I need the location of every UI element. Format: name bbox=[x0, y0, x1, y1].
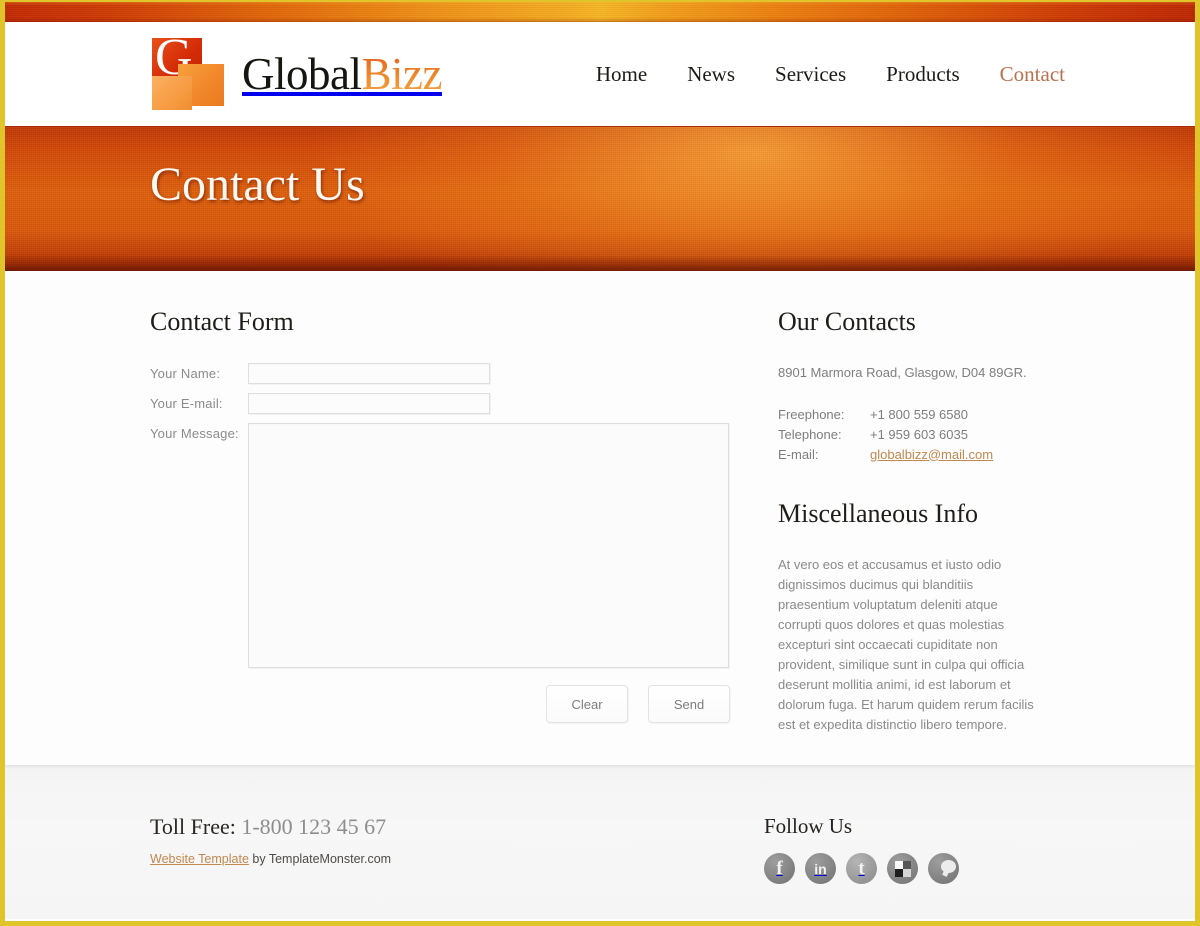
linkedin-glyph: in bbox=[814, 860, 827, 877]
contact-form-column: Contact Form Your Name: Your E-mail: You… bbox=[150, 271, 730, 765]
form-row-message: Your Message: bbox=[150, 423, 730, 668]
logo-mark-icon: G bbox=[150, 32, 226, 110]
freephone-label: Freephone: bbox=[778, 406, 845, 422]
footer-right: Follow Us f in t bbox=[764, 766, 959, 919]
form-row-email: Your E-mail: bbox=[150, 393, 730, 414]
facebook-glyph: f bbox=[776, 858, 783, 879]
toll-free-label: Toll Free: bbox=[150, 814, 236, 839]
misc-info-body: At vero eos et accusamus et iusto odio d… bbox=[778, 556, 1034, 732]
footer-left: Toll Free: 1-800 123 45 67 Website Templ… bbox=[150, 766, 750, 919]
nav-item-products[interactable]: Products bbox=[886, 62, 960, 87]
misc-info-heading: Miscellaneous Info bbox=[778, 498, 979, 528]
message-label: Your Message: bbox=[150, 426, 239, 441]
email-label: Your E-mail: bbox=[150, 396, 223, 411]
form-row-name: Your Name: bbox=[150, 363, 730, 384]
delicious-grid-glyph bbox=[894, 860, 911, 877]
linkedin-icon[interactable]: in bbox=[805, 853, 836, 884]
sidebar-column: Our Contacts 8901 Marmora Road, Glasgow,… bbox=[778, 271, 1065, 765]
follow-us-heading: Follow Us bbox=[764, 814, 853, 838]
website-template-link[interactable]: Website Template bbox=[150, 852, 249, 866]
contact-form-heading: Contact Form bbox=[150, 307, 294, 336]
twitter-icon[interactable]: t bbox=[846, 853, 877, 884]
nav-item-contact[interactable]: Contact bbox=[1000, 62, 1065, 87]
nav-item-services[interactable]: Services bbox=[775, 62, 846, 87]
message-textarea[interactable] bbox=[248, 423, 729, 668]
top-gradient-bar bbox=[5, 2, 1195, 22]
facebook-icon[interactable]: f bbox=[764, 853, 795, 884]
toll-free-line: Toll Free: 1-800 123 45 67 bbox=[150, 814, 750, 840]
telephone-label: Telephone: bbox=[778, 426, 842, 442]
logo-word-bizz: Bizz bbox=[361, 48, 442, 99]
main-navigation: Home News Services Products Contact bbox=[596, 62, 1065, 87]
chat-bubble-glyph bbox=[933, 858, 956, 880]
logo-word-global: Global bbox=[242, 48, 362, 99]
page-frame: G GlobalBizz Home News Services Products… bbox=[0, 0, 1200, 926]
name-input[interactable] bbox=[248, 363, 490, 384]
form-actions: Clear Send bbox=[150, 685, 730, 723]
nav-item-news[interactable]: News bbox=[687, 62, 735, 87]
delicious-icon[interactable] bbox=[887, 853, 918, 884]
our-contacts-heading: Our Contacts bbox=[778, 307, 916, 336]
contact-row-freephone: Freephone: +1 800 559 6580 bbox=[778, 405, 1065, 425]
telephone-value: +1 959 603 6035 bbox=[870, 426, 968, 442]
email-input[interactable] bbox=[248, 393, 490, 414]
email-link[interactable]: globalbizz@mail.com bbox=[870, 445, 993, 465]
clear-button[interactable]: Clear bbox=[546, 685, 628, 723]
main-content: Contact Form Your Name: Your E-mail: You… bbox=[5, 271, 1195, 765]
name-label: Your Name: bbox=[150, 366, 221, 381]
twitter-glyph: t bbox=[858, 858, 865, 879]
site-footer: Toll Free: 1-800 123 45 67 Website Templ… bbox=[5, 765, 1195, 919]
toll-free-number: 1-800 123 45 67 bbox=[241, 814, 387, 839]
chat-icon[interactable] bbox=[928, 853, 959, 884]
social-links: f in t bbox=[764, 853, 959, 884]
email-row-label: E-mail: bbox=[778, 446, 819, 462]
site-header: G GlobalBizz Home News Services Products… bbox=[5, 22, 1195, 126]
logo-link[interactable]: G GlobalBizz bbox=[150, 32, 442, 110]
page-banner: Contact Us bbox=[5, 126, 1195, 271]
freephone-value: +1 800 559 6580 bbox=[870, 406, 968, 422]
contact-row-telephone: Telephone: +1 959 603 6035 bbox=[778, 425, 1065, 445]
send-button[interactable]: Send bbox=[648, 685, 730, 723]
page-title: Contact Us bbox=[150, 158, 365, 211]
contact-row-email: E-mail: globalbizz@mail.com bbox=[778, 445, 1065, 465]
nav-item-home[interactable]: Home bbox=[596, 62, 647, 87]
logo-square-orange-small bbox=[152, 76, 192, 110]
credit-line: Website Template by TemplateMonster.com bbox=[150, 852, 750, 866]
logo-wordmark: GlobalBizz bbox=[242, 48, 442, 99]
address-text: 8901 Marmora Road, Glasgow, D04 89GR. bbox=[778, 365, 1027, 380]
credit-rest-text: by TemplateMonster.com bbox=[248, 852, 392, 866]
